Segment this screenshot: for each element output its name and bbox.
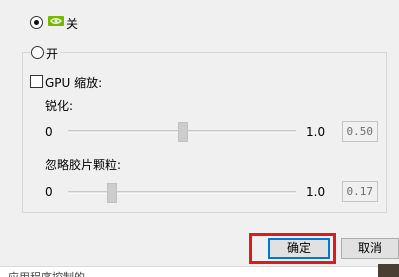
grain-min-label: 0 bbox=[45, 185, 53, 199]
radio-on[interactable] bbox=[31, 46, 44, 59]
sharpen-max-label: 1.0 bbox=[306, 125, 326, 139]
nvidia-logo-icon bbox=[48, 16, 64, 26]
gpu-scaling-checkbox[interactable] bbox=[30, 75, 43, 88]
sharpen-slider-thumb[interactable] bbox=[178, 122, 188, 142]
radio-off-label: 关 bbox=[66, 17, 79, 31]
grain-slider-track[interactable] bbox=[68, 191, 296, 194]
radio-off[interactable] bbox=[30, 16, 43, 29]
ok-button-highlight bbox=[249, 233, 336, 264]
grain-label: 忽略胶片颗粒: bbox=[45, 158, 122, 172]
sharpen-label: 锐化: bbox=[45, 99, 74, 113]
cancel-button[interactable]: 取消 bbox=[341, 238, 399, 259]
sharpen-value-field: 0.50 bbox=[342, 121, 378, 142]
sharpen-min-label: 0 bbox=[45, 125, 53, 139]
grain-value-field: 0.17 bbox=[342, 181, 378, 202]
background-window-edge bbox=[378, 264, 399, 277]
status-bar: 应用程序控制的 bbox=[0, 266, 399, 277]
grain-max-label: 1.0 bbox=[306, 185, 326, 199]
status-text: 应用程序控制的 bbox=[8, 269, 85, 277]
grain-slider-thumb[interactable] bbox=[107, 183, 117, 203]
gpu-scaling-label: GPU 缩放: bbox=[45, 76, 103, 90]
radio-on-label: 开 bbox=[46, 45, 61, 62]
